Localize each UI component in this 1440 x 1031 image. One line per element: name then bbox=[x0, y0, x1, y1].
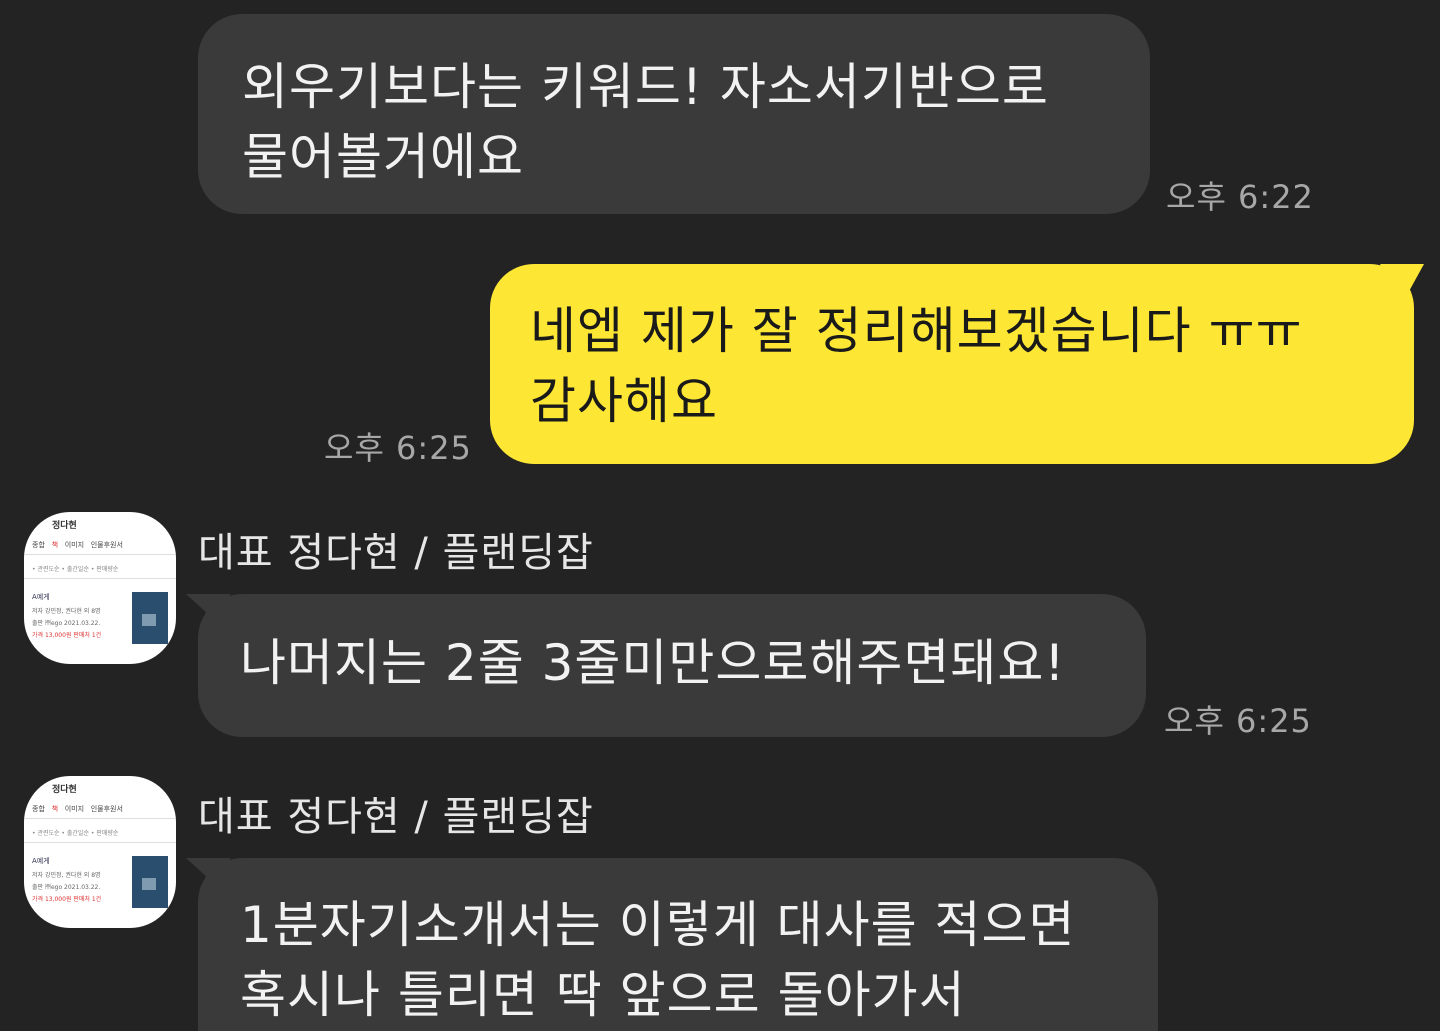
avatar-meta-price: 가격 13,000원 판매처 1건 bbox=[32, 896, 102, 903]
avatar-divider bbox=[24, 818, 176, 819]
message-timestamp: 오후 6:25 bbox=[1164, 702, 1312, 740]
avatar-meta-publisher: 출판 ㈜ego 2021.03.22. bbox=[32, 884, 101, 891]
avatar-divider bbox=[24, 554, 176, 555]
avatar-book-cover bbox=[132, 592, 168, 644]
avatar-meta-price: 가격 13,000원 판매처 1건 bbox=[32, 632, 102, 639]
sender-avatar[interactable]: 정다현 종합 책 이미지 인물후원서 • 관련도순 • 출간일순 • 판매량순 … bbox=[24, 512, 176, 664]
message-bubble-incoming[interactable]: 나머지는 2줄 3줄미만으로해주면돼요! bbox=[198, 594, 1146, 737]
avatar-title: 정다현 bbox=[52, 785, 77, 795]
message-text-line: 1분자기소개서는 이렇게 대사를 적으면 bbox=[240, 896, 1076, 954]
avatar-meta-author: 저자 강민정, 권다현 외 8명 bbox=[32, 608, 101, 615]
message-text-line: 네엡 제가 잘 정리해보겠습니다 ㅠㅠ bbox=[530, 302, 1303, 360]
avatar-book-title: A예게 bbox=[32, 593, 50, 601]
avatar-divider bbox=[24, 842, 176, 843]
avatar-subnav: • 관련도순 • 출간일순 • 판매량순 bbox=[32, 830, 119, 837]
avatar-subnav: • 관련도순 • 출간일순 • 판매량순 bbox=[32, 566, 119, 573]
avatar-tabs: 종합 책 이미지 인물후원서 bbox=[32, 805, 123, 813]
message-text-line: 물어볼거에요 bbox=[242, 128, 524, 186]
avatar-book-title: A예게 bbox=[32, 857, 50, 865]
sender-avatar[interactable]: 정다현 종합 책 이미지 인물후원서 • 관련도순 • 출간일순 • 판매량순 … bbox=[24, 776, 176, 928]
message-bubble-outgoing[interactable]: 네엡 제가 잘 정리해보겠습니다 ㅠㅠ 감사해요 bbox=[490, 264, 1414, 464]
avatar-divider bbox=[24, 578, 176, 579]
message-bubble-incoming[interactable]: 외우기보다는 키워드! 자소서기반으로 물어볼거에요 bbox=[198, 14, 1150, 214]
message-text-line: 나머지는 2줄 3줄미만으로해주면돼요! bbox=[240, 634, 1066, 692]
message-text-line: 외우기보다는 키워드! 자소서기반으로 bbox=[242, 58, 1049, 116]
message-timestamp: 오후 6:25 bbox=[324, 429, 472, 467]
message-text-line: 혹시나 틀리면 딱 앞으로 돌아가서 bbox=[240, 966, 966, 1024]
message-bubble-incoming[interactable]: 1분자기소개서는 이렇게 대사를 적으면 혹시나 틀리면 딱 앞으로 돌아가서 bbox=[198, 858, 1158, 1031]
sender-name: 대표 정다현 / 플랜딩잡 bbox=[198, 794, 594, 840]
avatar-meta-author: 저자 강민정, 권다현 외 8명 bbox=[32, 872, 101, 879]
sender-name: 대표 정다현 / 플랜딩잡 bbox=[198, 530, 594, 576]
message-text-line: 감사해요 bbox=[530, 372, 718, 430]
avatar-meta-publisher: 출판 ㈜ego 2021.03.22. bbox=[32, 620, 101, 627]
avatar-book-cover bbox=[132, 856, 168, 908]
avatar-tabs: 종합 책 이미지 인물후원서 bbox=[32, 541, 123, 549]
avatar-title: 정다현 bbox=[52, 521, 77, 531]
message-timestamp: 오후 6:22 bbox=[1166, 178, 1314, 216]
bubble-tail-outgoing bbox=[1380, 264, 1424, 304]
